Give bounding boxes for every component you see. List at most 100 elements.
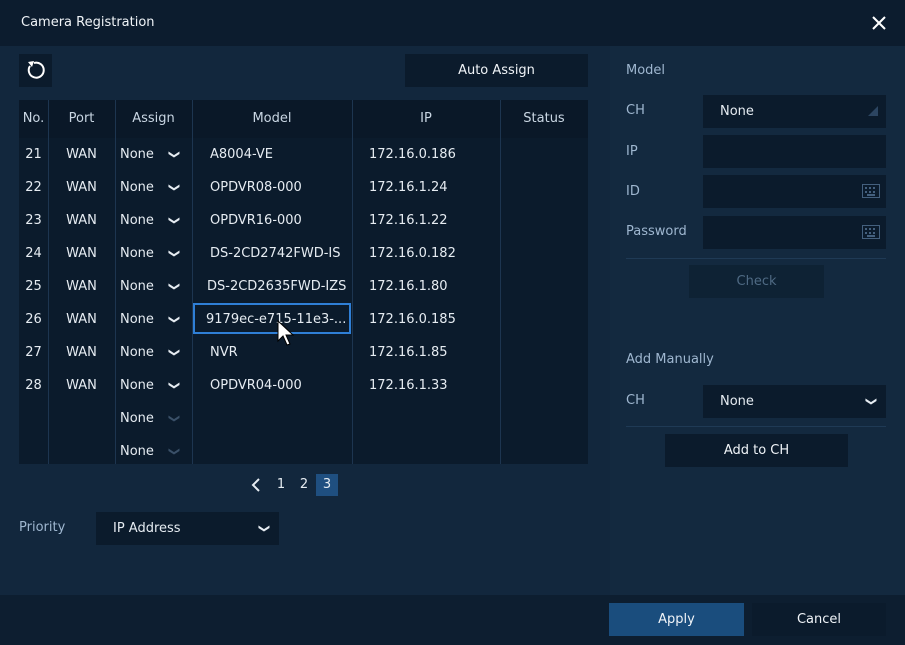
row-model[interactable]: OPDVR16-000 (210, 204, 302, 237)
triangle-icon (868, 106, 878, 116)
header-port: Port (68, 111, 95, 126)
assign-select[interactable]: None (120, 369, 154, 402)
chevron-down-icon[interactable]: ❯ (158, 315, 191, 324)
row-model[interactable]: OPDVR08-000 (210, 171, 302, 204)
apply-button[interactable]: Apply (609, 603, 744, 636)
prev-page-button[interactable] (246, 474, 266, 496)
mouse-cursor-icon (277, 320, 295, 346)
assign-select[interactable]: None (120, 303, 154, 336)
add-to-ch-button[interactable]: Add to CH (665, 434, 848, 467)
row-no: 23 (25, 213, 42, 228)
add-ch-select[interactable]: None ❯ (703, 385, 886, 418)
chevron-down-icon: ❯ (168, 413, 182, 424)
table-header: No. Port Assign Model IP Status (19, 100, 588, 138)
row-model[interactable]: NVR (210, 336, 238, 369)
row-no: 22 (25, 180, 42, 195)
priority-label: Priority (19, 520, 66, 535)
ip-field[interactable] (703, 135, 886, 168)
keyboard-icon[interactable] (862, 225, 880, 239)
table-row[interactable]: 23 WAN None ❯ OPDVR16-000 172.16.1.22 (19, 204, 588, 237)
refresh-button[interactable] (19, 54, 52, 87)
id-field[interactable] (703, 175, 886, 208)
page-2-button[interactable]: 2 (294, 474, 314, 496)
row-ip: 172.16.1.33 (369, 378, 448, 393)
right-panel (610, 46, 905, 595)
model-section-label: Model (626, 63, 666, 78)
chevron-down-icon[interactable]: ❯ (158, 150, 191, 159)
add-ch-label: CH (626, 393, 645, 408)
row-model[interactable]: DS-2CD2742FWD-IS (210, 237, 341, 270)
row-ip: 172.16.1.22 (369, 213, 448, 228)
row-port: WAN (66, 180, 97, 195)
model-ch-value: None (720, 104, 754, 119)
priority-value: IP Address (113, 521, 181, 536)
chevron-down-icon: ❯ (864, 396, 878, 407)
table-row[interactable]: 24 WAN None ❯ DS-2CD2742FWD-IS 172.16.0.… (19, 237, 588, 270)
row-port: WAN (66, 279, 97, 294)
ip-label: IP (626, 144, 638, 159)
chevron-down-icon[interactable]: ❯ (158, 216, 191, 225)
chevron-down-icon: ❯ (168, 446, 182, 457)
password-field[interactable] (703, 216, 886, 249)
assign-select[interactable]: None (120, 171, 154, 204)
keyboard-icon[interactable] (862, 184, 880, 198)
add-manually-label: Add Manually (626, 352, 714, 367)
assign-select[interactable]: None (120, 336, 154, 369)
row-ip: 172.16.1.24 (369, 180, 448, 195)
close-button[interactable] (866, 10, 892, 36)
assign-select[interactable]: None (120, 204, 154, 237)
row-port: WAN (66, 246, 97, 261)
add-ch-value: None (720, 394, 754, 409)
row-ip: 172.16.1.80 (369, 279, 448, 294)
table-row[interactable]: 28 WAN None ❯ OPDVR04-000 172.16.1.33 (19, 369, 588, 402)
assign-select[interactable]: None (120, 138, 154, 171)
ch-label: CH (626, 103, 645, 118)
camera-table: No. Port Assign Model IP Status 21 WAN N… (19, 100, 588, 464)
row-port: WAN (66, 345, 97, 360)
row-no: 28 (25, 378, 42, 393)
row-ip: 172.16.0.185 (369, 312, 456, 327)
chevron-down-icon: ❯ (257, 523, 271, 534)
chevron-down-icon[interactable]: ❯ (158, 381, 191, 390)
chevron-down-icon[interactable]: ❯ (158, 249, 191, 258)
section-divider (626, 258, 886, 259)
table-row[interactable]: 26 WAN None ❯ 9179ec-e715-11e3-... 172.1… (19, 303, 588, 336)
row-no: 24 (25, 246, 42, 261)
table-row[interactable]: 25 WAN None ❯ DS-2CD2635FWD-IZS 172.16.1… (19, 270, 588, 303)
row-no: 26 (25, 312, 42, 327)
chevron-down-icon[interactable]: ❯ (158, 183, 191, 192)
table-row: None ❯ (19, 402, 588, 435)
row-no: 25 (25, 279, 42, 294)
refresh-icon (27, 61, 45, 79)
page-1-button[interactable]: 1 (271, 474, 291, 496)
table-row: None ❯ (19, 435, 588, 468)
row-port: WAN (66, 213, 97, 228)
row-port: WAN (66, 312, 97, 327)
page-3-button[interactable]: 3 (316, 474, 338, 496)
header-no: No. (22, 111, 45, 126)
chevron-down-icon[interactable]: ❯ (158, 348, 191, 357)
header-model: Model (252, 111, 292, 126)
row-ip: 172.16.1.85 (369, 345, 448, 360)
section-divider (626, 426, 886, 427)
id-label: ID (626, 184, 640, 199)
assign-select[interactable]: None (120, 270, 154, 303)
assign-select[interactable]: None (120, 237, 154, 270)
table-row[interactable]: 27 WAN None ❯ NVR 172.16.1.85 (19, 336, 588, 369)
row-model[interactable]: OPDVR04-000 (210, 369, 302, 402)
chevron-down-icon[interactable]: ❯ (158, 282, 191, 291)
chevron-left-icon (251, 478, 260, 492)
row-port: WAN (66, 147, 97, 162)
check-button[interactable]: Check (689, 265, 824, 298)
row-no: 27 (25, 345, 42, 360)
header-assign: Assign (132, 111, 175, 126)
close-icon (872, 16, 886, 30)
priority-select[interactable]: IP Address ❯ (96, 512, 279, 545)
table-row[interactable]: 22 WAN None ❯ OPDVR08-000 172.16.1.24 (19, 171, 588, 204)
header-ip: IP (420, 111, 432, 126)
row-model[interactable]: A8004-VE (210, 138, 273, 171)
cancel-button[interactable]: Cancel (752, 603, 886, 636)
table-row[interactable]: 21 WAN None ❯ A8004-VE 172.16.0.186 (19, 138, 588, 171)
auto-assign-button[interactable]: Auto Assign (405, 54, 588, 87)
row-model[interactable]: DS-2CD2635FWD-IZS (207, 270, 346, 303)
